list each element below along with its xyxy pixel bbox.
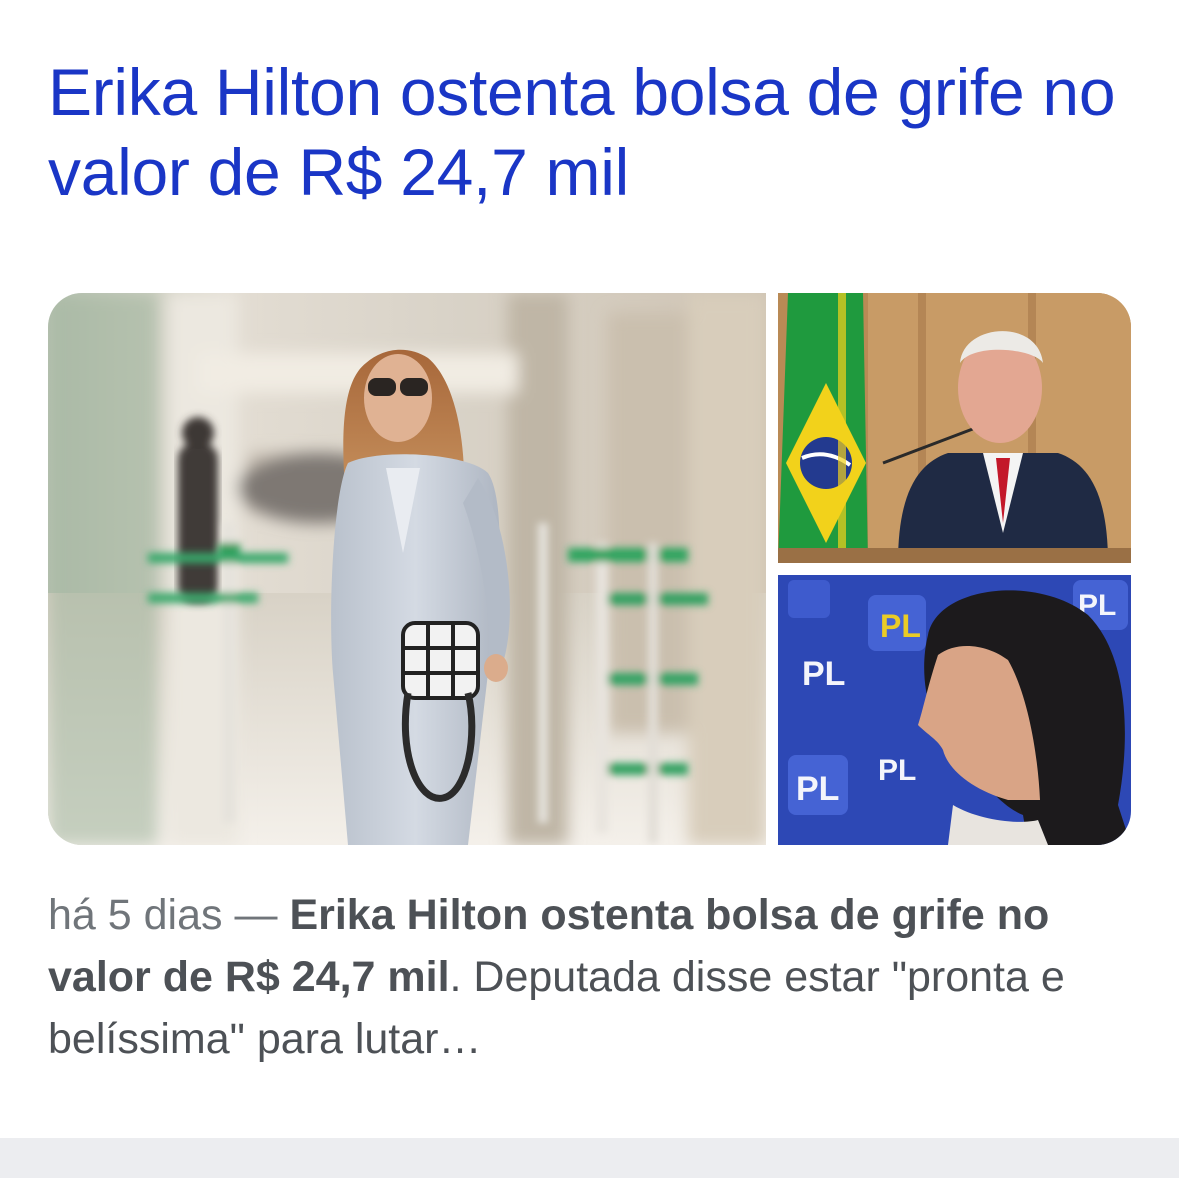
pl-logo-text-4: PL xyxy=(878,754,916,787)
result-image-grid[interactable]: PL PL PL PL PL xyxy=(48,293,1131,845)
search-result-card: Erika Hilton ostenta bolsa de grife no v… xyxy=(0,0,1179,1138)
pl-logo-text: PL xyxy=(802,655,845,693)
date-separator: — xyxy=(222,891,290,939)
result-headline-link[interactable]: Erika Hilton ostenta bolsa de grife no v… xyxy=(48,52,1128,212)
pl-logo-text-2: PL xyxy=(880,608,921,644)
pl-logo-text-3: PL xyxy=(796,770,839,808)
speaker-photo xyxy=(778,293,1131,563)
result-image-speaker[interactable] xyxy=(778,293,1131,563)
result-image-main[interactable] xyxy=(48,293,766,845)
results-divider xyxy=(0,1138,1179,1178)
pl-event-photo: PL PL PL PL PL xyxy=(778,575,1131,845)
brazil-flag-icon xyxy=(778,293,868,563)
airport-photo xyxy=(48,293,766,845)
result-image-pl-event[interactable]: PL PL PL PL PL xyxy=(778,575,1131,845)
result-date: há 5 dias xyxy=(48,891,223,939)
result-snippet: há 5 dias — Erika Hilton ostenta bolsa d… xyxy=(48,884,1138,1070)
